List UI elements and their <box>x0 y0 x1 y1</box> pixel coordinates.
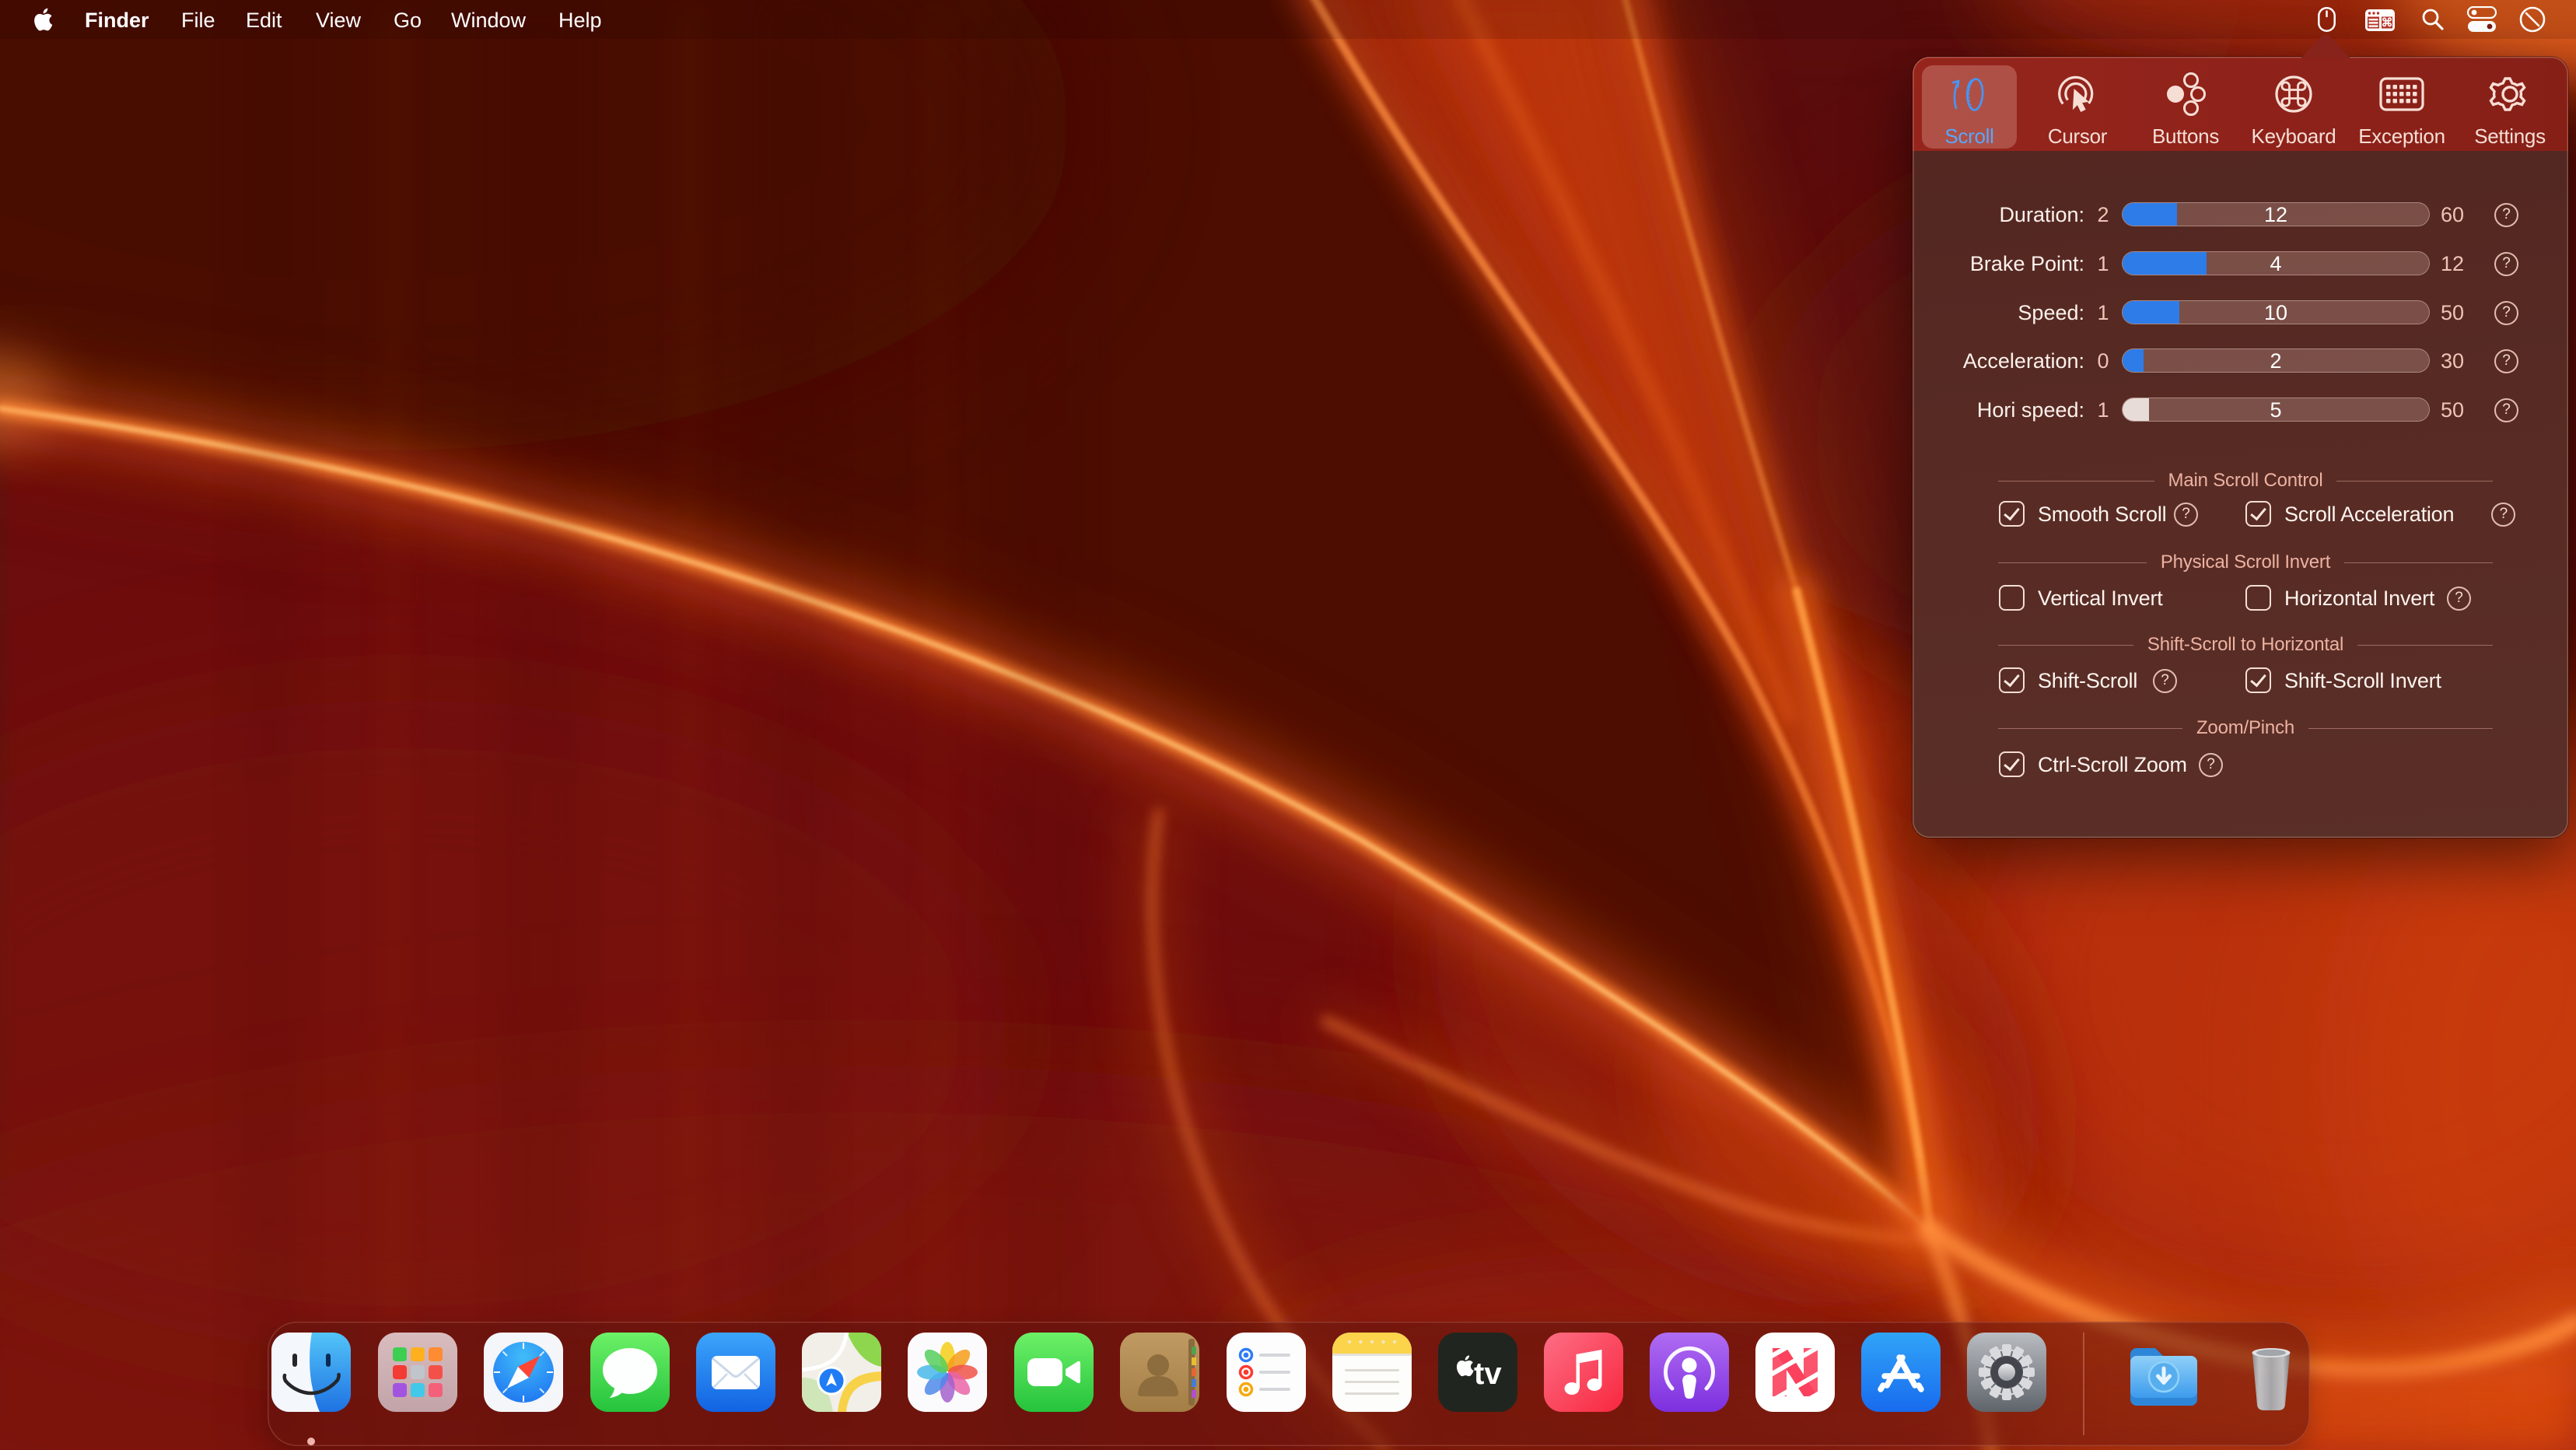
svg-text:⌘: ⌘ <box>2382 16 2393 30</box>
svg-text:tv: tv <box>1474 1357 1502 1391</box>
